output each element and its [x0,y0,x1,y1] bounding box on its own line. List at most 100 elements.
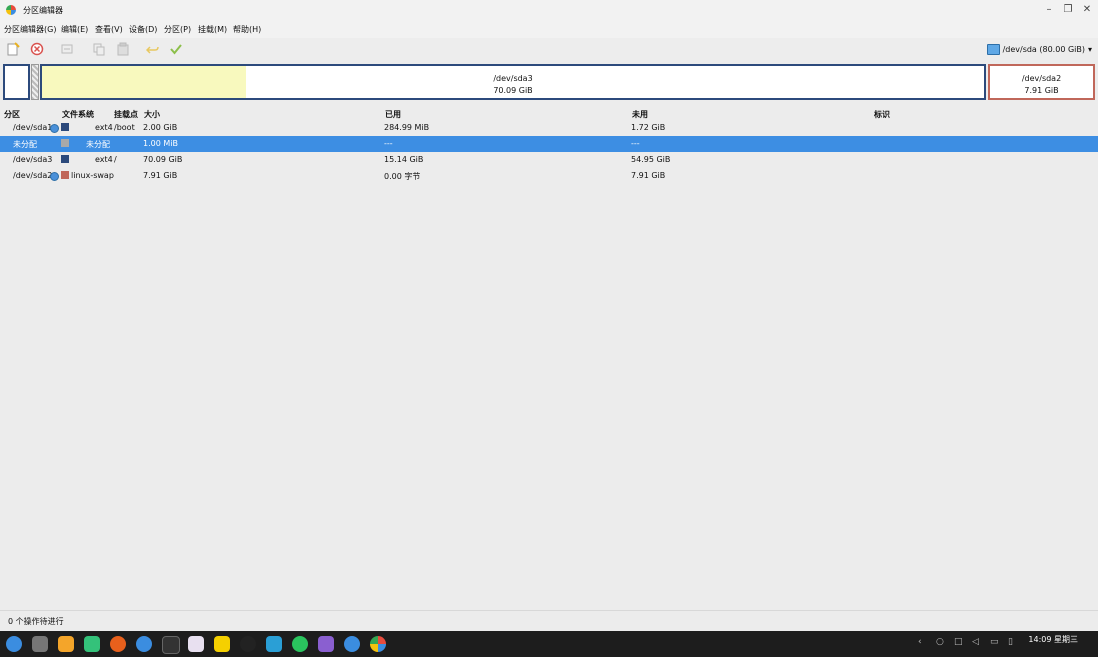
chevron-left-icon[interactable]: ‹ [918,637,928,647]
menu-gparted[interactable]: 分区编辑器(G) [4,24,56,35]
apply-icon[interactable] [169,42,183,56]
cell-used: 15.14 GiB [384,155,424,164]
minimize-button[interactable]: – [1042,3,1056,17]
firefox-icon[interactable] [110,636,126,652]
cell-filesystem: ext4 [95,123,113,132]
segment-name: /dev/sda3 [493,74,533,83]
music-icon[interactable] [318,636,334,652]
title-bar: 分区编辑器 – ❐ ✕ [0,0,1098,20]
menu-view[interactable]: 查看(V) [95,24,123,35]
table-row[interactable]: /dev/sda3 ext4 / 70.09 GiB 15.14 GiB 54.… [0,152,1098,168]
menu-mount[interactable]: 挂载(M) [198,24,227,35]
vscode-icon[interactable] [266,636,282,652]
table-header: 分区 文件系统 挂载点 大小 已用 未用 标识 [0,106,1098,120]
app-icon [6,5,16,15]
disk-segment-sda1[interactable] [3,64,30,100]
cell-partition: /dev/sda1 [13,123,53,132]
search-icon[interactable]: ○ [936,637,946,647]
device-label: /dev/sda (80.00 GiB) [1002,44,1085,54]
wechat-icon[interactable] [292,636,308,652]
cell-size: 7.91 GiB [143,171,178,180]
cell-partition: /dev/sda3 [13,155,53,164]
cell-used: 284.99 MiB [384,123,430,132]
column-partition[interactable]: 分区 [4,109,20,120]
close-button[interactable]: ✕ [1080,3,1094,17]
menu-edit[interactable]: 编辑(E) [61,24,88,35]
column-used[interactable]: 已用 [385,109,401,120]
cell-used: --- [384,139,393,148]
device-selector[interactable]: /dev/sda (80.00 GiB) ▾ [986,42,1092,56]
battery-icon[interactable]: ▯ [1008,637,1018,647]
column-mount[interactable]: 挂载点 [114,109,138,120]
menu-device[interactable]: 设备(D) [129,24,157,35]
fs-color-swatch [61,171,69,179]
disk-map: /dev/sda3 70.09 GiB /dev/sda2 7.91 GiB [0,61,1098,105]
table-row[interactable]: /dev/sda2 linux-swap 7.91 GiB 0.00 字节 7.… [0,168,1098,184]
browser-icon[interactable] [136,636,152,652]
launcher-icon[interactable] [6,636,22,652]
cell-unused: 1.72 GiB [631,123,666,132]
cell-mount: / [114,155,117,164]
fs-color-swatch [61,139,69,147]
toolbar [0,38,1098,60]
key-icon [50,172,59,181]
window-title: 分区编辑器 [23,6,63,15]
column-flags[interactable]: 标识 [874,109,890,120]
disk-segment-unallocated[interactable] [31,64,39,100]
ide-icon[interactable] [188,636,204,652]
cell-partition: 未分配 [13,140,37,149]
bilibili-icon[interactable] [214,636,230,652]
screenshot-icon[interactable]: □ [954,637,964,647]
menu-partition[interactable]: 分区(P) [164,24,191,35]
disk-segment-sda3[interactable]: /dev/sda3 70.09 GiB [40,64,986,100]
cell-filesystem: ext4 [95,155,113,164]
table-row[interactable]: /dev/sda1 ext4 /boot 2.00 GiB 284.99 MiB… [0,120,1098,136]
cell-used: 0.00 字节 [384,172,421,181]
column-filesystem[interactable]: 文件系统 [62,109,94,120]
disk-icon [986,43,1000,55]
network-icon[interactable]: ▭ [990,637,1000,647]
cell-filesystem: 未分配 [86,140,110,149]
notes-icon[interactable] [58,636,74,652]
cell-mount: /boot [114,123,135,132]
delete-icon[interactable] [30,42,44,56]
multitask-icon[interactable] [32,636,48,652]
contacts-icon[interactable] [344,636,360,652]
partition-editor-icon[interactable] [370,636,386,652]
new-icon[interactable] [6,42,20,56]
qq-icon[interactable] [240,636,256,652]
empty-list-area [2,184,1096,604]
segment-size: 7.91 GiB [1024,86,1059,95]
pending-operations-status: 0 个操作待进行 [8,617,64,626]
menu-help[interactable]: 帮助(H) [233,24,261,35]
cell-size: 2.00 GiB [143,123,178,132]
cell-filesystem: linux-swap [71,171,114,180]
app-store-icon[interactable] [84,636,100,652]
cell-unused: 54.95 GiB [631,155,671,164]
segment-size: 70.09 GiB [493,86,533,95]
status-bar: 0 个操作待进行 [0,610,1098,631]
restore-button[interactable]: ❐ [1061,3,1075,17]
cell-unused: --- [631,139,640,148]
paste-icon[interactable] [116,42,130,56]
column-unused[interactable]: 未用 [632,109,648,120]
fs-color-swatch [61,123,69,131]
disk-segment-sda2[interactable]: /dev/sda2 7.91 GiB [988,64,1095,100]
segment-name: /dev/sda2 [1021,74,1062,83]
resize-icon[interactable] [60,42,74,56]
cell-partition: /dev/sda2 [13,171,53,180]
copy-icon[interactable] [92,42,106,56]
cell-size: 1.00 MiB [143,139,178,148]
cell-size: 70.09 GiB [143,155,183,164]
undo-icon[interactable] [146,42,160,56]
fs-color-swatch [61,155,69,163]
volume-icon[interactable]: ◁ [972,637,982,647]
chevron-down-icon: ▾ [1087,44,1092,54]
cell-unused: 7.91 GiB [631,171,666,180]
column-size[interactable]: 大小 [144,109,160,120]
table-row[interactable]: 未分配 未分配 1.00 MiB --- --- [0,136,1098,152]
clock[interactable]: 14:09 星期三 [1028,634,1078,645]
taskbar: ‹ ○ □ ◁ ▭ ▯ 14:09 星期三 [0,631,1098,657]
terminal-icon[interactable] [162,636,180,654]
menu-bar: 分区编辑器(G) 编辑(E) 查看(V) 设备(D) 分区(P) 挂载(M) 帮… [0,20,1098,38]
